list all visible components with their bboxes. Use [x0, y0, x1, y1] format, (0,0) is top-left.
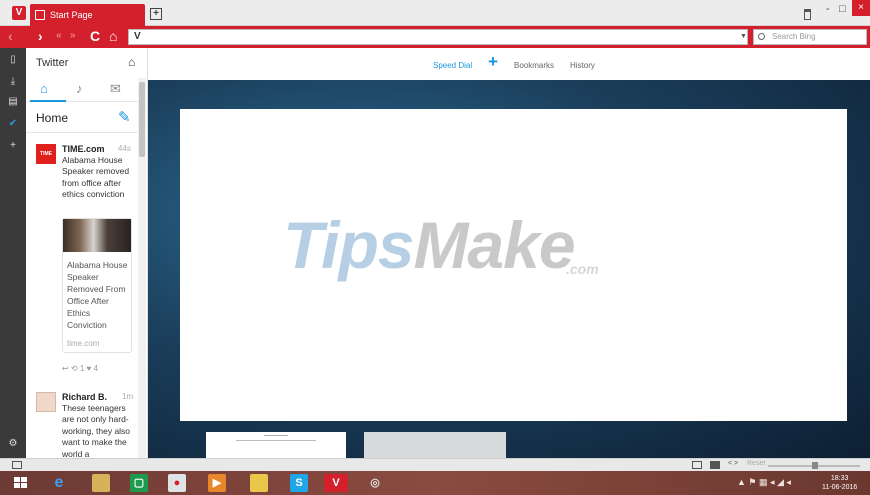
twitter-panel: Twitter ⌂ ⌂ ♪ ✉ Home ✎ TIME TIME.com 44s…: [26, 48, 148, 458]
tweet-actions[interactable]: ↩ ⟲ 1 ♥ 4: [62, 364, 98, 373]
clock-date: 11-06-2016: [822, 484, 858, 491]
tab-messages-icon[interactable]: ✉: [110, 81, 121, 97]
divider: [26, 132, 138, 133]
tab-notifications-icon[interactable]: ♪: [76, 81, 83, 96]
system-tray[interactable]: ▲ ⚑ ▦ ◂ ◢ ◂: [737, 477, 791, 488]
folder-icon[interactable]: [250, 474, 268, 492]
tab-home-icon[interactable]: ⌂: [40, 81, 48, 96]
panel-scrollbar[interactable]: [138, 78, 146, 458]
explorer-icon[interactable]: [92, 474, 110, 492]
title-bar: V Start Page + - □ ×: [0, 0, 870, 26]
home-icon[interactable]: ⌂: [128, 55, 135, 69]
panel-tabs: ⌂ ♪ ✉: [26, 78, 138, 102]
tweet-author[interactable]: TIME.com: [62, 144, 105, 154]
address-field[interactable]: V: [128, 29, 748, 45]
tab-speed-dial[interactable]: Speed Dial: [433, 61, 472, 70]
avatar[interactable]: [36, 392, 56, 412]
page-actions[interactable]: < >: [728, 460, 738, 467]
downloads-icon[interactable]: ⤓: [7, 76, 19, 88]
compose-icon[interactable]: ✎: [118, 108, 131, 126]
chevron-down-icon[interactable]: ▼: [740, 33, 747, 40]
card-title: Alabama House Speaker Removed From Offic…: [67, 260, 128, 330]
add-panel-icon[interactable]: +: [7, 140, 19, 152]
media-icon[interactable]: ▶: [208, 474, 226, 492]
image-icon[interactable]: [710, 461, 720, 469]
twitter-icon[interactable]: ✔: [7, 118, 19, 130]
ie-icon[interactable]: e: [50, 474, 68, 492]
link-card[interactable]: Alabama House Speaker Removed From Offic…: [62, 218, 132, 353]
avatar[interactable]: TIME: [36, 144, 56, 164]
tweet-time: 1m: [122, 392, 134, 401]
watermark-logo: TipsMake: [283, 208, 576, 282]
maximize-button[interactable]: □: [839, 3, 846, 15]
tab-label: Start Page: [50, 10, 93, 20]
speed-dial-tile[interactable]: TipsMake .com: [180, 109, 847, 421]
search-placeholder: Search Bing: [772, 32, 816, 41]
clock-time: 18:33: [830, 475, 849, 482]
bookmarks-icon[interactable]: ▯: [7, 54, 19, 66]
tile-icon[interactable]: [692, 461, 702, 469]
zoom-slider-knob[interactable]: [812, 462, 818, 469]
reload-button[interactable]: C: [90, 28, 100, 44]
windows-taskbar: e ▢ ● ▶ S V ◎ ▲ ⚑ ▦ ◂ ◢ ◂ 18:33 11-06-20…: [0, 471, 870, 495]
gear-icon[interactable]: ⚙: [7, 438, 19, 450]
add-speed-dial-button[interactable]: +: [488, 52, 498, 72]
tweet-text: Alabama House Speaker removed from offic…: [62, 155, 130, 200]
tab-history[interactable]: History: [570, 61, 595, 70]
status-bar: < > Reset: [0, 458, 870, 471]
navigation-bar: ‹ › « » C ⌂ V ▼ Search Bing: [0, 26, 870, 48]
speed-dial-tile-small[interactable]: [364, 432, 506, 458]
search-icon: [758, 33, 765, 40]
watermark-domain: .com: [566, 261, 599, 277]
forward-button[interactable]: ›: [38, 28, 43, 44]
panel-toggle-icon[interactable]: [12, 461, 22, 469]
clock[interactable]: 18:33 11-06-2016: [822, 474, 857, 492]
speed-dial-topbar: Speed Dial + Bookmarks History: [148, 48, 870, 80]
panel-title: Twitter: [36, 57, 69, 69]
skype-icon[interactable]: S: [290, 474, 308, 492]
card-domain: time.com: [67, 339, 100, 348]
speed-dial-icon: [35, 10, 45, 20]
tab-start-page[interactable]: Start Page: [30, 4, 145, 26]
back-button[interactable]: ‹: [8, 28, 13, 44]
tweet-text: These teenagers are not only hard-workin…: [62, 403, 131, 458]
speed-dial-tile-small[interactable]: [206, 432, 346, 458]
vivaldi-logo-icon[interactable]: V: [12, 6, 26, 20]
minimize-button[interactable]: -: [826, 3, 830, 15]
speed-dial-page: Speed Dial + Bookmarks History TipsMake …: [148, 48, 870, 458]
tab-bookmarks[interactable]: Bookmarks: [514, 61, 554, 70]
vivaldi-icon[interactable]: V: [324, 474, 348, 492]
scrollbar-thumb[interactable]: [139, 82, 145, 157]
tweet-author[interactable]: Richard B.: [62, 392, 107, 402]
side-panel-strip: ▯ ⤓ ▤ ✔ + ⚙: [0, 48, 26, 458]
tweet-time: 44s: [118, 144, 131, 153]
notes-icon[interactable]: ▤: [7, 96, 19, 108]
close-button[interactable]: ×: [852, 0, 870, 16]
fast-forward-button[interactable]: »: [70, 28, 76, 44]
card-image: [63, 219, 131, 252]
home-button[interactable]: ⌂: [109, 28, 117, 44]
chrome-icon[interactable]: ●: [168, 474, 186, 492]
section-title: Home: [36, 111, 69, 125]
zoom-reset[interactable]: Reset: [747, 460, 765, 467]
new-tab-button[interactable]: +: [150, 8, 162, 20]
app-icon[interactable]: ◎: [366, 474, 384, 492]
search-input[interactable]: Search Bing: [753, 29, 867, 45]
windows-icon[interactable]: [14, 477, 28, 489]
active-tab-underline: [30, 100, 66, 102]
trash-icon[interactable]: [804, 9, 811, 20]
rewind-button[interactable]: «: [56, 28, 62, 44]
store-icon[interactable]: ▢: [130, 474, 148, 492]
